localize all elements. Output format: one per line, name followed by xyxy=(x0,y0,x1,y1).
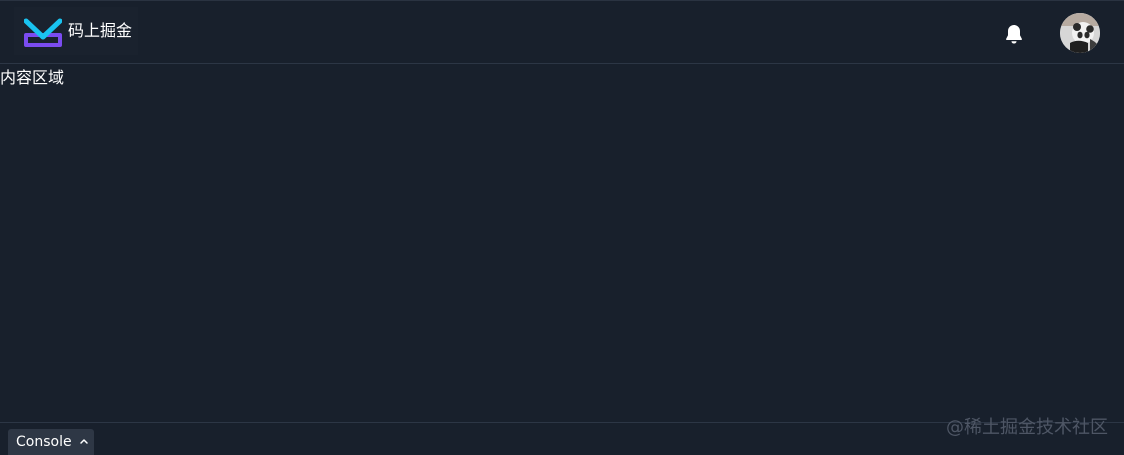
logo[interactable]: 码上掘金 xyxy=(14,7,138,55)
header-bar: 码上掘金 xyxy=(0,1,1124,64)
content-area: 内容区域 xyxy=(0,65,1124,422)
user-avatar[interactable] xyxy=(1060,13,1100,53)
notification-button[interactable] xyxy=(1002,22,1026,46)
bell-icon xyxy=(1006,25,1022,44)
logo-text: 码上掘金 xyxy=(68,21,133,40)
app-root: 码上掘金 内容区域 Console @稀土掘金技术社区 xyxy=(0,0,1124,455)
juejin-logo-icon xyxy=(24,18,62,47)
avatar-image xyxy=(1060,13,1100,53)
watermark: @稀土掘金技术社区 xyxy=(946,417,1108,438)
console-label: Console xyxy=(16,434,72,450)
console-button[interactable]: Console xyxy=(8,429,94,455)
content-label: 内容区域 xyxy=(0,68,65,87)
chevron-up-icon xyxy=(80,439,88,444)
